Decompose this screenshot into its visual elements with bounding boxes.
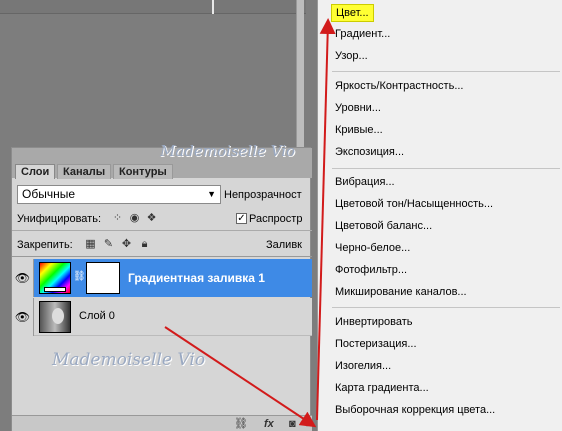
layer-row[interactable]: 👁︎ Слой 0 bbox=[12, 298, 312, 336]
gradient-bar bbox=[44, 287, 66, 292]
menu-item-selective-color[interactable]: Выборочная коррекция цвета... bbox=[318, 399, 562, 421]
layer-name: Слой 0 bbox=[79, 310, 115, 322]
adjustment-layer-icon[interactable]: ◐ bbox=[304, 417, 311, 431]
lock-row: Закрепить: ▦ ✎ ✥ 🔒︎ Заливк bbox=[12, 232, 312, 257]
gradient-thumbnail bbox=[39, 262, 71, 294]
fill-label: Заливк bbox=[266, 239, 302, 251]
link-icon[interactable]: ⛓︎ bbox=[73, 271, 86, 282]
menu-item-curves[interactable]: Кривые... bbox=[318, 119, 562, 141]
add-mask-icon[interactable]: ◙ bbox=[289, 417, 296, 431]
lock-image-icon[interactable]: ✎ bbox=[102, 238, 115, 251]
unify-style-icon[interactable]: ❖ bbox=[144, 211, 159, 225]
blend-mode-value: Обычные bbox=[22, 187, 76, 201]
dropdown-arrow-icon: ▼ bbox=[207, 189, 216, 199]
blend-row: Обычные ▼ Непрозрачност bbox=[12, 179, 312, 205]
spread-label: Распростр bbox=[249, 213, 303, 225]
strip-notch bbox=[212, 0, 214, 14]
eye-icon[interactable]: 👁︎ bbox=[12, 259, 34, 297]
top-strip bbox=[0, 0, 306, 14]
menu-separator bbox=[332, 307, 560, 308]
menu-item-threshold[interactable]: Изогелия... bbox=[318, 355, 562, 377]
menu-item-color[interactable]: Цвет... bbox=[318, 2, 562, 24]
layer-row[interactable]: 👁︎ ⛓︎ Градиентная заливка 1 bbox=[12, 259, 312, 297]
menu-item-photo-filter[interactable]: Фотофильтр... bbox=[318, 259, 562, 281]
menu-separator bbox=[332, 71, 560, 72]
lock-label: Закрепить: bbox=[17, 239, 73, 251]
menu-item-hue-saturation[interactable]: Цветовой тон/Насыщенность... bbox=[318, 193, 562, 215]
unify-label: Унифицировать: bbox=[17, 213, 102, 225]
panel-bottom-bar: ⛓︎ fx ◙ ◐ bbox=[12, 415, 312, 431]
menu-item-brightness-contrast[interactable]: Яркость/Контрастность... bbox=[318, 75, 562, 97]
menu-item-channel-mixer[interactable]: Микширование каналов... bbox=[318, 281, 562, 303]
menu-item-color-balance[interactable]: Цветовой баланс... bbox=[318, 215, 562, 237]
watermark-top: Mademoiselle Vio bbox=[160, 142, 296, 160]
menu-item-label: Цвет... bbox=[331, 4, 374, 22]
menu-item-invert[interactable]: Инвертировать bbox=[318, 311, 562, 333]
fx-icon[interactable]: fx bbox=[264, 417, 274, 431]
tab-layers[interactable]: Слои bbox=[15, 164, 56, 179]
tab-paths[interactable]: Контуры bbox=[113, 164, 173, 179]
menu-item-vibrance[interactable]: Вибрация... bbox=[318, 171, 562, 193]
tab-channels[interactable]: Каналы bbox=[57, 164, 112, 179]
photo-face bbox=[52, 308, 64, 324]
layers-panel: Слои Каналы Контуры Обычные ▼ Непрозрачн… bbox=[11, 147, 312, 431]
lock-transparency-icon[interactable]: ▦ bbox=[84, 238, 97, 251]
unify-position-icon[interactable]: ⁘ bbox=[110, 211, 125, 225]
menu-item-exposure[interactable]: Экспозиция... bbox=[318, 141, 562, 163]
lock-all-icon[interactable]: 🔒︎ bbox=[138, 238, 151, 251]
menu-item-posterize[interactable]: Постеризация... bbox=[318, 333, 562, 355]
blend-mode-select[interactable]: Обычные ▼ bbox=[17, 185, 221, 204]
menu-separator bbox=[332, 168, 560, 169]
opacity-label: Непрозрачност bbox=[224, 189, 302, 201]
watermark-bottom: Mademoiselle Vio bbox=[52, 350, 206, 370]
eye-icon[interactable]: 👁︎ bbox=[12, 298, 34, 336]
menu-item-gradient[interactable]: Градиент... bbox=[318, 23, 562, 45]
menu-item-gradient-map[interactable]: Карта градиента... bbox=[318, 377, 562, 399]
layer-mask-thumbnail bbox=[86, 262, 120, 294]
adjustment-menu: Цвет... Градиент... Узор... Яркость/Конт… bbox=[317, 0, 562, 431]
unify-row: Унифицировать: ⁘ ◉ ❖ ✓ Распростр bbox=[12, 205, 312, 231]
photo-thumbnail bbox=[39, 301, 71, 333]
spread-checkbox[interactable]: ✓ bbox=[236, 213, 247, 224]
menu-item-pattern[interactable]: Узор... bbox=[318, 45, 562, 67]
layer-name: Градиентная заливка 1 bbox=[128, 271, 265, 285]
link-layers-icon[interactable]: ⛓︎ bbox=[234, 417, 248, 431]
unify-visibility-icon[interactable]: ◉ bbox=[127, 211, 142, 225]
lock-position-icon[interactable]: ✥ bbox=[120, 238, 133, 251]
menu-item-levels[interactable]: Уровни... bbox=[318, 97, 562, 119]
menu-item-black-white[interactable]: Черно-белое... bbox=[318, 237, 562, 259]
